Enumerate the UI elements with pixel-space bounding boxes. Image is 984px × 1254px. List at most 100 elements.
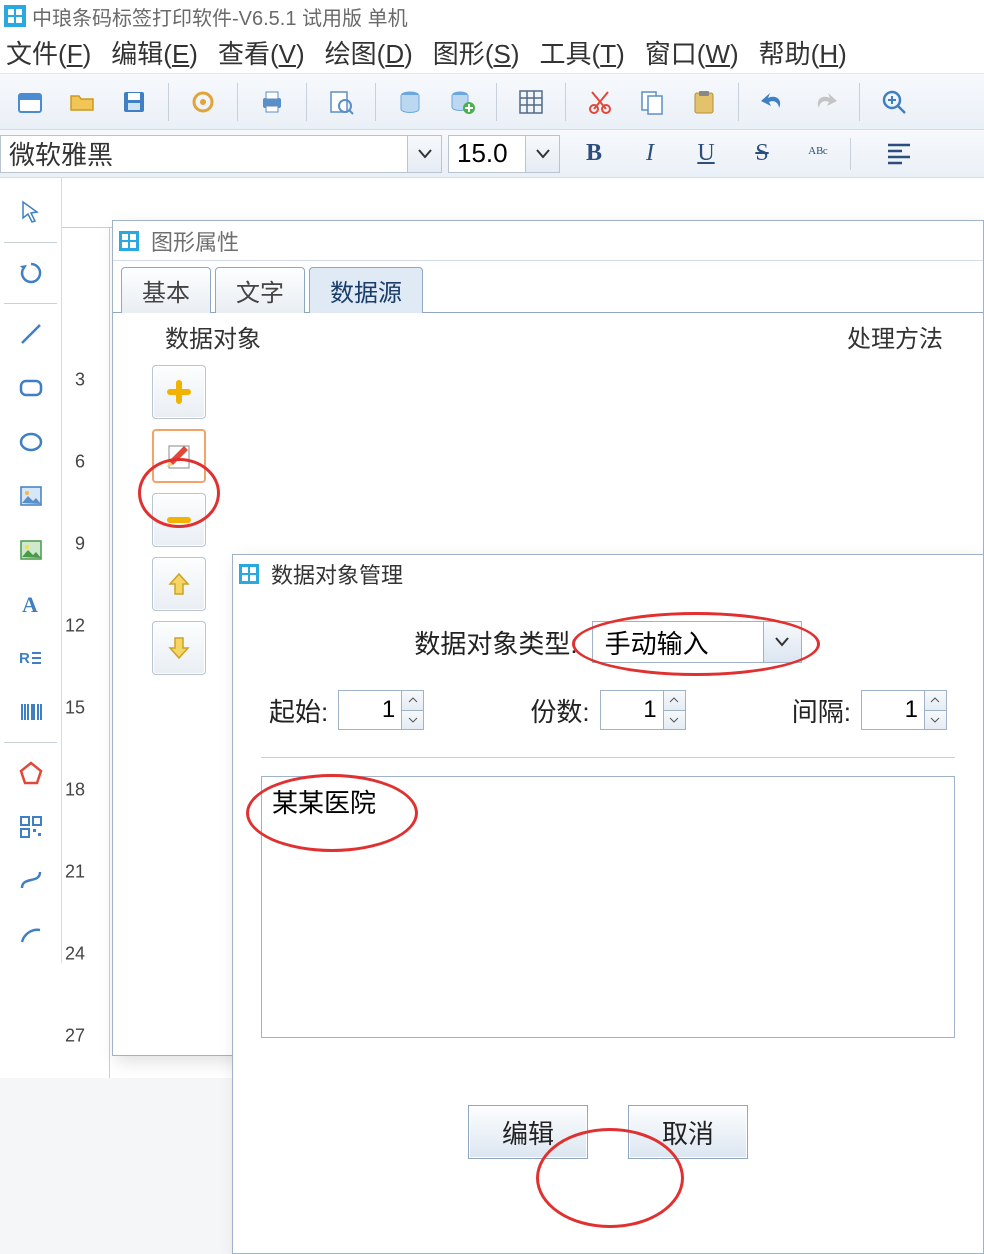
- menu-tool[interactable]: 工具(T): [540, 34, 625, 71]
- toolbar-separator: [375, 83, 376, 121]
- richtext-tool-icon[interactable]: R: [5, 632, 57, 684]
- settings-icon[interactable]: [181, 80, 225, 124]
- spin-up-icon[interactable]: [402, 691, 423, 710]
- menu-shape[interactable]: 图形(S): [433, 34, 520, 71]
- rotate-tool-icon[interactable]: [5, 247, 57, 299]
- spin-down-icon[interactable]: [664, 710, 685, 730]
- data-text-input[interactable]: [261, 776, 955, 1038]
- tool-palette: A R: [0, 178, 62, 963]
- text-tool-icon[interactable]: A: [5, 578, 57, 630]
- menu-edit[interactable]: 编辑(E): [111, 34, 198, 71]
- line-tool-icon[interactable]: [5, 308, 57, 360]
- toolbar-separator: [565, 83, 566, 121]
- font-family-combo[interactable]: 微软雅黑: [0, 135, 442, 173]
- manage-dialog-titlebar[interactable]: 数据对象管理: [233, 555, 983, 593]
- curve-tool-icon[interactable]: [5, 855, 57, 907]
- undo-icon[interactable]: [751, 80, 795, 124]
- properties-window-titlebar[interactable]: 图形属性: [113, 221, 983, 261]
- tab-text[interactable]: 文字: [215, 267, 305, 313]
- copy-icon[interactable]: [630, 80, 674, 124]
- grid-icon[interactable]: [509, 80, 553, 124]
- add-data-button[interactable]: [152, 365, 206, 419]
- zoom-in-icon[interactable]: [872, 80, 916, 124]
- spin-up-icon[interactable]: [925, 691, 946, 710]
- barcode-tool-icon[interactable]: [5, 686, 57, 738]
- polygon-tool-icon[interactable]: [5, 747, 57, 799]
- start-input[interactable]: [338, 690, 402, 730]
- ruler-label: 6: [75, 452, 85, 473]
- database-add-icon[interactable]: [440, 80, 484, 124]
- window-icon: [119, 231, 139, 251]
- underline-button[interactable]: U: [684, 135, 728, 173]
- roundrect-tool-icon[interactable]: [5, 362, 57, 414]
- spin-up-icon[interactable]: [664, 691, 685, 710]
- interval-label: 间隔:: [792, 692, 851, 729]
- palette-separator: [4, 742, 57, 743]
- data-type-combo[interactable]: 手动输入: [592, 621, 802, 663]
- bold-button[interactable]: B: [572, 135, 616, 173]
- paste-icon[interactable]: [682, 80, 726, 124]
- menu-draw[interactable]: 绘图(D): [325, 34, 413, 71]
- edit-data-button[interactable]: [152, 429, 206, 483]
- font-size-value: 15.0: [449, 138, 525, 169]
- spin-down-icon[interactable]: [925, 710, 946, 730]
- tab-datasource[interactable]: 数据源: [309, 267, 423, 313]
- move-up-button[interactable]: [152, 557, 206, 611]
- remove-data-button[interactable]: [152, 493, 206, 547]
- data-type-value: 手动输入: [593, 624, 763, 661]
- chevron-down-icon[interactable]: [407, 136, 441, 172]
- qrcode-tool-icon[interactable]: [5, 801, 57, 853]
- ruler-label: 3: [75, 370, 85, 391]
- print-icon[interactable]: [250, 80, 294, 124]
- font-size-combo[interactable]: 15.0: [448, 135, 560, 173]
- palette-separator: [4, 242, 57, 243]
- edit-button[interactable]: 编辑: [468, 1105, 588, 1159]
- toolbar-separator: [237, 83, 238, 121]
- menu-view[interactable]: 查看(V): [218, 34, 305, 71]
- toolbar-separator: [738, 83, 739, 121]
- open-icon[interactable]: [60, 80, 104, 124]
- spin-down-icon[interactable]: [402, 710, 423, 730]
- copies-input[interactable]: [600, 690, 664, 730]
- image-tool-icon[interactable]: [5, 470, 57, 522]
- chevron-down-icon[interactable]: [525, 136, 559, 172]
- menu-help[interactable]: 帮助(H): [759, 34, 847, 71]
- picture-tool-icon[interactable]: [5, 524, 57, 576]
- svg-text:R: R: [19, 650, 30, 667]
- print-preview-icon[interactable]: [319, 80, 363, 124]
- properties-body: 数据对象 处理方法: [113, 313, 983, 365]
- interval-input[interactable]: [861, 690, 925, 730]
- window-icon: [239, 564, 259, 584]
- ruler-vertical: 3 6 9 12 15 18 21 24 27: [62, 228, 110, 1078]
- menu-file[interactable]: 文件(F): [6, 34, 91, 71]
- move-down-button[interactable]: [152, 621, 206, 675]
- font-family-value: 微软雅黑: [1, 135, 407, 172]
- arc-tool-icon[interactable]: [5, 909, 57, 961]
- redo-icon[interactable]: [803, 80, 847, 124]
- toolbar-separator: [496, 83, 497, 121]
- cancel-button[interactable]: 取消: [628, 1105, 748, 1159]
- menu-window[interactable]: 窗口(W): [645, 34, 739, 71]
- strikethrough-button[interactable]: S: [740, 135, 784, 173]
- align-left-icon[interactable]: [877, 135, 921, 173]
- interval-spinner[interactable]: [861, 689, 947, 731]
- pointer-tool-icon[interactable]: [5, 186, 57, 238]
- tab-basic[interactable]: 基本: [121, 267, 211, 313]
- save-icon[interactable]: [112, 80, 156, 124]
- database-icon[interactable]: [388, 80, 432, 124]
- spellcheck-icon[interactable]: ᴬᴮᶜ: [796, 135, 840, 173]
- svg-text:A: A: [22, 592, 38, 617]
- copies-spinner[interactable]: [600, 689, 686, 731]
- ellipse-tool-icon[interactable]: [5, 416, 57, 468]
- new-doc-icon[interactable]: [8, 80, 52, 124]
- cut-icon[interactable]: [578, 80, 622, 124]
- ruler-label: 12: [65, 616, 85, 637]
- chevron-down-icon[interactable]: [763, 622, 801, 662]
- toolbar-separator: [306, 83, 307, 121]
- ruler-label: 18: [65, 780, 85, 801]
- toolbar-separator: [859, 83, 860, 121]
- italic-button[interactable]: I: [628, 135, 672, 173]
- ruler-label: 15: [65, 698, 85, 719]
- app-icon: [4, 5, 26, 27]
- start-spinner[interactable]: [338, 689, 424, 731]
